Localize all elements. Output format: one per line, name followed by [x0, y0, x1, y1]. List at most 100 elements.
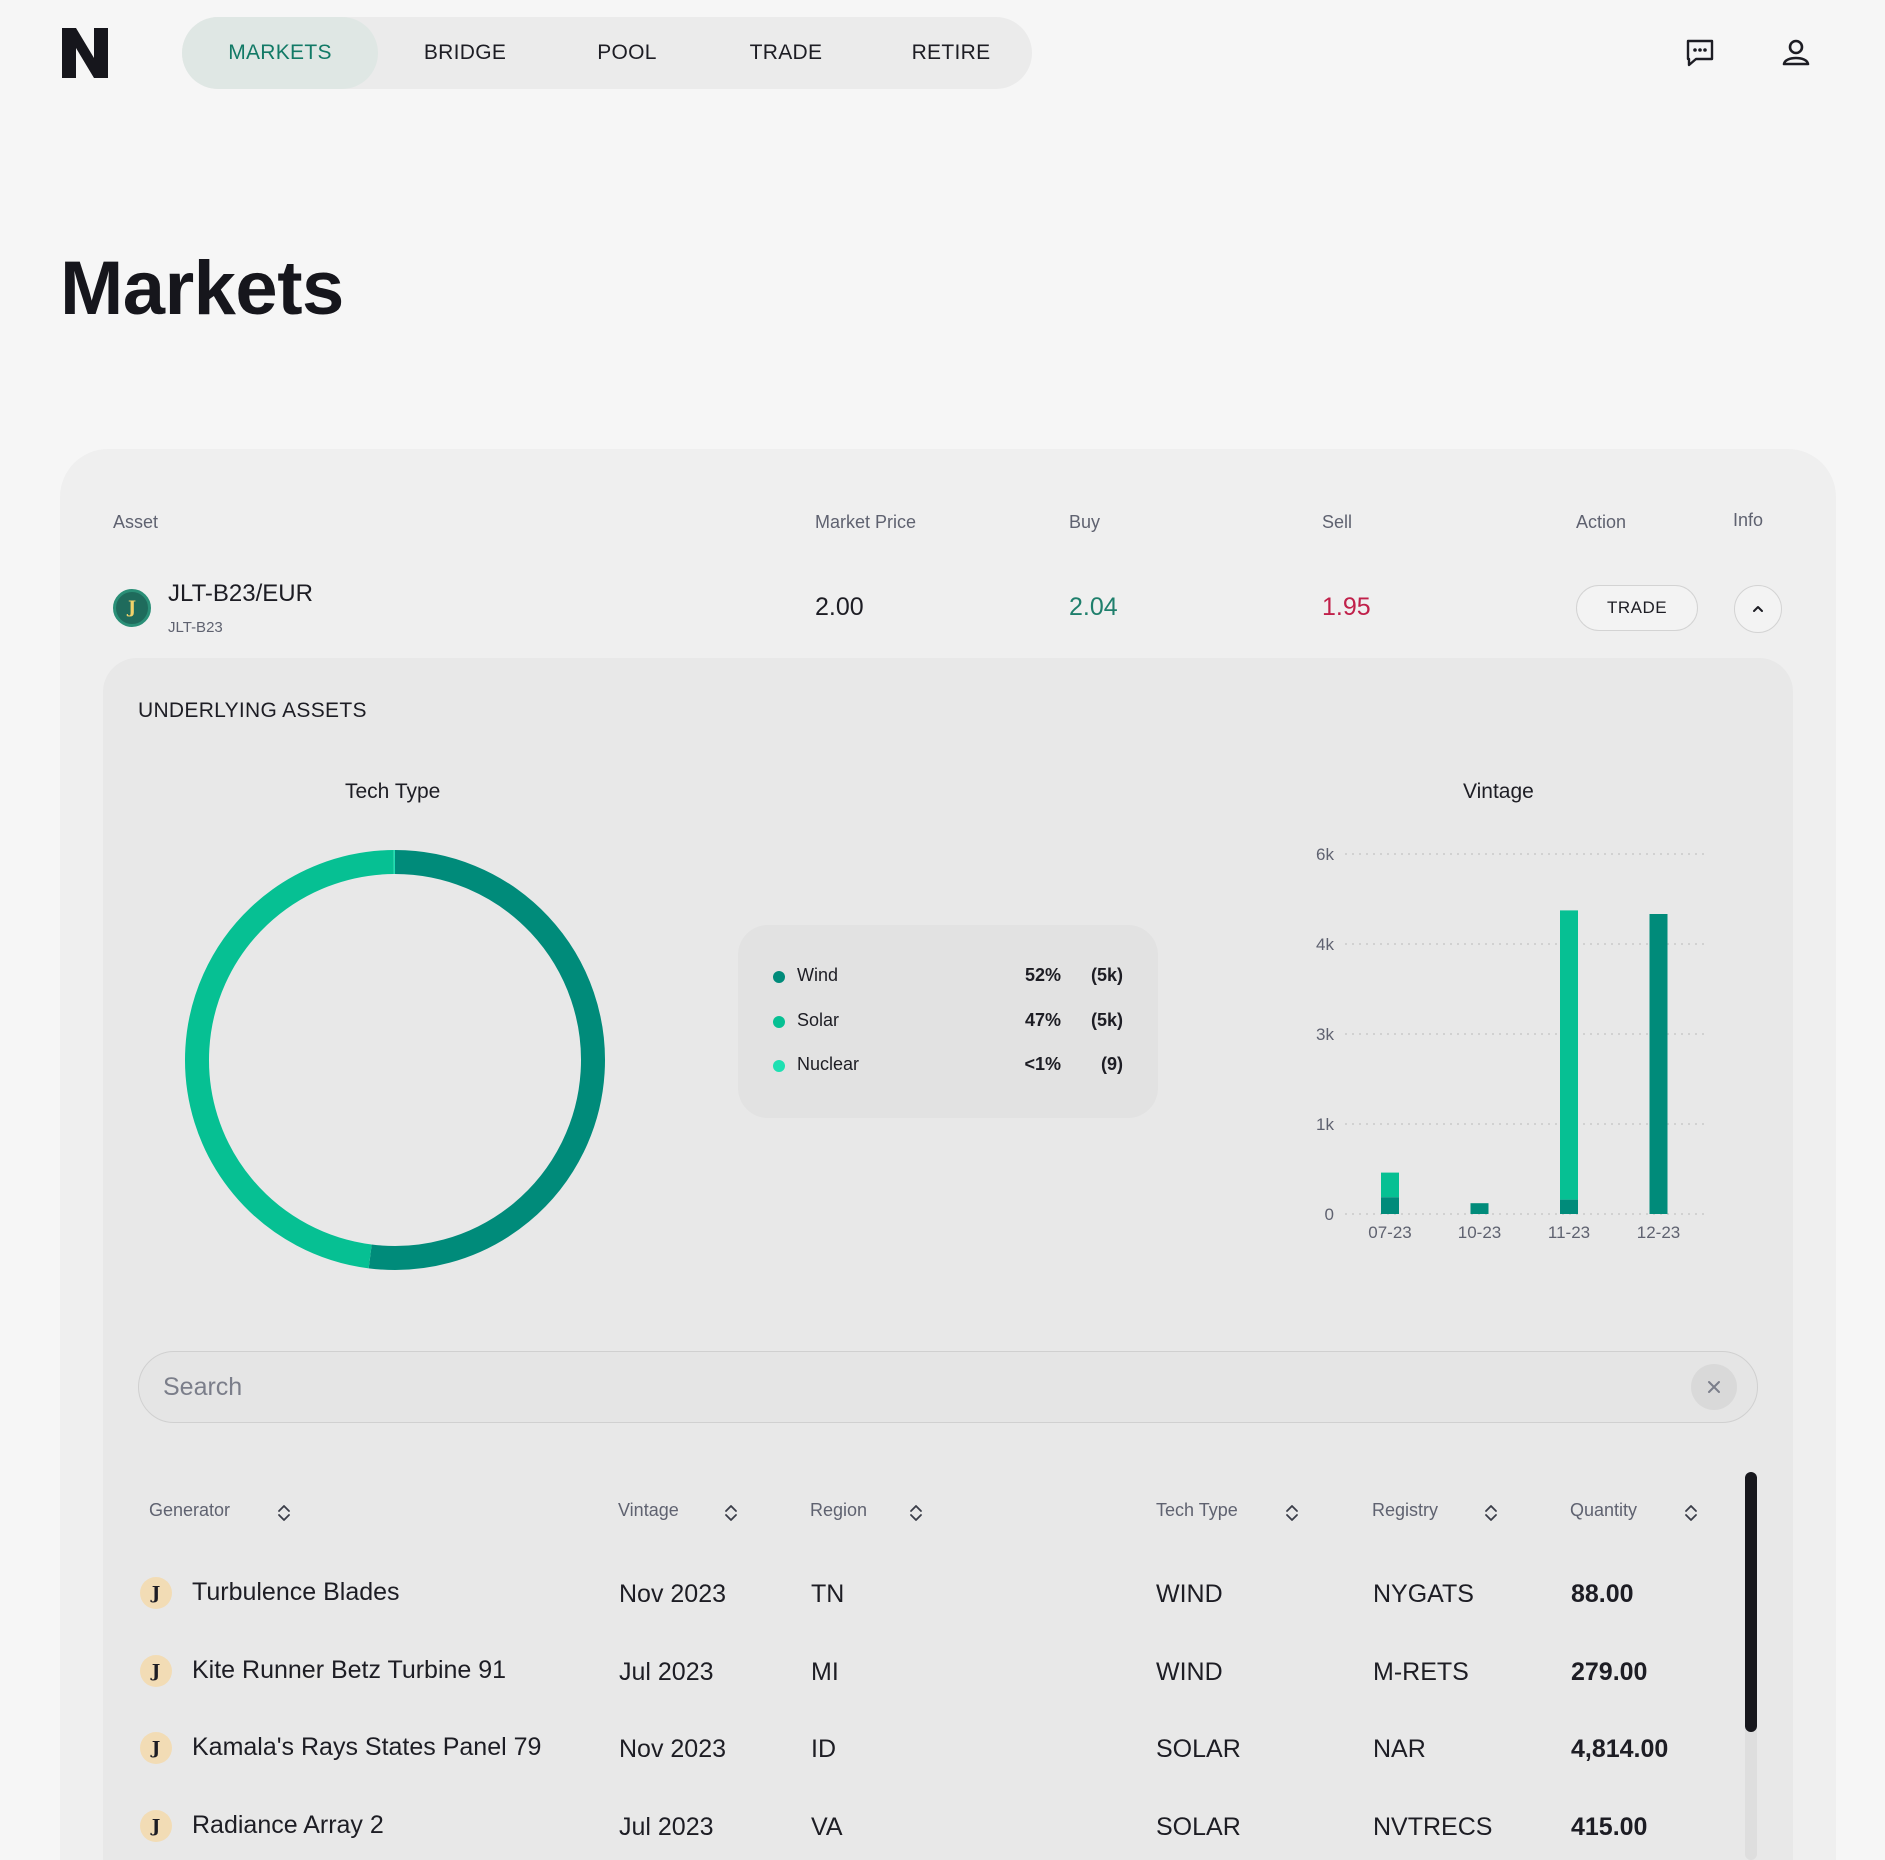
sort-icon[interactable]	[277, 1502, 291, 1524]
sort-icon[interactable]	[909, 1502, 923, 1524]
donut-slice-wind	[368, 850, 605, 1270]
legend-count-wind: (5k)	[1090, 965, 1123, 985]
legend-item-nuclear: Nuclear <1% (9)	[773, 1054, 1123, 1078]
generator-vintage: Nov 2023	[619, 1580, 727, 1608]
vintage-bar-10-23-segment-0	[1470, 1203, 1489, 1214]
chat-icon[interactable]	[1684, 36, 1716, 68]
generator-tech: SOLAR	[1156, 1735, 1241, 1763]
header-buy: Buy	[1069, 512, 1101, 532]
legend-pct-solar: 47%	[1024, 1010, 1061, 1030]
column-header-region[interactable]: Region	[810, 1500, 867, 1521]
legend-count-nuclear: (9)	[1101, 1054, 1123, 1074]
donut-slice-solar	[185, 850, 394, 1269]
legend-item-solar: Solar 47% (5k)	[773, 1010, 1123, 1034]
column-header-tech-type[interactable]: Tech Type	[1156, 1500, 1238, 1521]
sort-icon[interactable]	[1285, 1502, 1299, 1524]
vintage-bar-07-23-segment-0	[1381, 1197, 1399, 1214]
legend-pct-nuclear: <1%	[1024, 1054, 1061, 1074]
main-nav: MARKETS BRIDGE POOL TRADE RETIRE	[182, 17, 1032, 89]
asset-symbol: JLT-B23	[168, 619, 223, 636]
generator-tech: SOLAR	[1156, 1813, 1241, 1841]
sort-icon[interactable]	[724, 1502, 738, 1524]
header-asset: Asset	[113, 512, 159, 532]
nav-markets[interactable]: MARKETS	[182, 17, 378, 89]
table-scrollbar-thumb[interactable]	[1745, 1472, 1757, 1732]
column-header-registry[interactable]: Registry	[1372, 1500, 1438, 1521]
nav-pool[interactable]: POOL	[552, 17, 702, 89]
column-header-generator[interactable]: Generator	[149, 1500, 230, 1521]
sell-price-value: 1.95	[1322, 593, 1371, 621]
legend-pct-wind: 52%	[1024, 965, 1061, 985]
y-tick-label: 3k	[1316, 1025, 1334, 1044]
generator-vintage: Jul 2023	[619, 1658, 714, 1686]
header-action: Action	[1576, 512, 1627, 532]
x-tick-label: 07-23	[1368, 1223, 1411, 1242]
legend-item-wind: Wind 52% (5k)	[773, 965, 1123, 989]
generator-region: MI	[811, 1658, 839, 1686]
chevron-up-icon	[1753, 606, 1763, 612]
generator-registry: NVTRECS	[1373, 1813, 1493, 1841]
nav-retire[interactable]: RETIRE	[870, 17, 1032, 89]
legend-label-nuclear: Nuclear	[797, 1054, 860, 1074]
vintage-bar-11-23-segment-1	[1560, 910, 1578, 1200]
generator-logo: J	[140, 1810, 172, 1842]
generator-name[interactable]: Kite Runner Betz Turbine 91	[192, 1656, 506, 1685]
tech-type-donut-chart	[185, 849, 605, 1270]
legend-label-wind: Wind	[797, 965, 839, 985]
y-tick-label: 0	[1325, 1205, 1334, 1224]
trade-button[interactable]: TRADE	[1576, 585, 1698, 631]
header-market-price: Market Price	[815, 512, 917, 532]
generator-quantity: 4,814.00	[1571, 1735, 1669, 1763]
search-input[interactable]	[163, 1352, 1663, 1422]
generator-quantity: 88.00	[1571, 1580, 1634, 1608]
generator-registry: M-RETS	[1373, 1658, 1469, 1686]
sort-icon[interactable]	[1684, 1502, 1698, 1524]
sort-icon[interactable]	[1484, 1502, 1498, 1524]
column-header-quantity[interactable]: Quantity	[1570, 1500, 1637, 1521]
legend-dot-nuclear	[773, 1060, 785, 1072]
x-tick-label: 12-23	[1637, 1223, 1680, 1242]
vintage-chart-title: Vintage	[1463, 780, 1534, 803]
nav-trade[interactable]: TRADE	[702, 17, 870, 89]
generator-registry: NAR	[1373, 1735, 1426, 1763]
search-bar	[138, 1351, 1758, 1423]
generator-region: VA	[811, 1813, 843, 1841]
generator-name[interactable]: Kamala's Rays States Panel 79	[192, 1733, 541, 1762]
generator-name[interactable]: Turbulence Blades	[192, 1578, 400, 1607]
collapse-info-button[interactable]	[1734, 585, 1782, 633]
legend-dot-wind	[773, 971, 785, 983]
header-info: Info	[1733, 510, 1764, 530]
generator-quantity: 279.00	[1571, 1658, 1648, 1686]
legend-dot-solar	[773, 1016, 785, 1028]
column-header-vintage[interactable]: Vintage	[618, 1500, 679, 1521]
nav-bridge[interactable]: BRIDGE	[378, 17, 552, 89]
x-tick-label: 10-23	[1458, 1223, 1501, 1242]
legend-label-solar: Solar	[797, 1010, 840, 1030]
generator-region: TN	[811, 1580, 845, 1608]
vintage-bar-11-23-segment-0	[1560, 1199, 1578, 1214]
y-tick-label: 6k	[1316, 845, 1334, 864]
close-icon	[1708, 1381, 1720, 1393]
y-tick-label: 1k	[1316, 1115, 1334, 1134]
generator-logo: J	[140, 1655, 172, 1687]
generator-name[interactable]: Radiance Array 2	[192, 1811, 384, 1840]
generator-region: ID	[811, 1735, 836, 1763]
page-title: Markets	[60, 246, 344, 331]
generator-quantity: 415.00	[1571, 1813, 1648, 1841]
underlying-assets-title: UNDERLYING ASSETS	[138, 699, 367, 722]
generator-logo: J	[140, 1732, 172, 1764]
generator-vintage: Jul 2023	[619, 1813, 714, 1841]
user-icon[interactable]	[1780, 36, 1812, 68]
x-tick-label: 11-23	[1548, 1223, 1590, 1242]
tech-type-legend: Wind 52% (5k) Solar 47% (5k) Nuclear <1%…	[738, 925, 1158, 1118]
asset-logo: J	[113, 589, 151, 627]
clear-search-button[interactable]	[1691, 1364, 1737, 1410]
app-logo[interactable]	[62, 28, 108, 78]
asset-name: JLT-B23/EUR	[168, 580, 313, 607]
legend-count-solar: (5k)	[1090, 1010, 1123, 1030]
generator-logo: J	[140, 1577, 172, 1609]
generator-vintage: Nov 2023	[619, 1735, 727, 1763]
tech-type-chart-title: Tech Type	[345, 780, 441, 803]
market-price-value: 2.00	[815, 593, 864, 621]
buy-price-value: 2.04	[1069, 593, 1118, 621]
